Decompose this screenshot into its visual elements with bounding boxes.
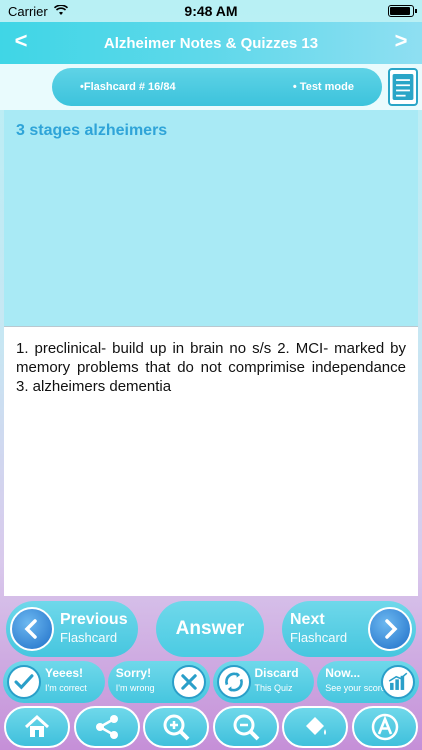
- wrong-label: Sorry!: [115, 666, 152, 680]
- flashcard-nav: Previous Flashcard Answer Next Flashcard: [0, 597, 422, 661]
- mode-label: • Test mode: [292, 81, 354, 93]
- checkmark-icon: [7, 665, 41, 699]
- discard-quiz-button[interactable]: Discard This Quiz: [212, 661, 315, 703]
- recycle-icon: [216, 665, 251, 699]
- zoom-out-button[interactable]: [212, 706, 279, 748]
- correct-button[interactable]: Yeees! I'm correct: [3, 661, 105, 703]
- nav-bar: < Alzheimer Notes & Quizzes 13 >: [0, 22, 422, 64]
- previous-label: Previous: [60, 611, 128, 628]
- zoom-in-button[interactable]: [143, 706, 210, 748]
- flashcard-counter: •Flashcard # 16/84: [80, 81, 176, 93]
- page-title: Alzheimer Notes & Quizzes 13: [103, 34, 319, 52]
- home-button[interactable]: [4, 706, 70, 748]
- home-icon: [24, 714, 50, 737]
- zoom-out-icon: [233, 714, 260, 741]
- score-label: Now...: [325, 666, 361, 680]
- answer-text: 1. preclinical- build up in brain no s/s…: [16, 340, 406, 395]
- back-button[interactable]: <: [6, 28, 36, 54]
- discard-sublabel: This Quiz: [254, 683, 293, 693]
- share-icon: [95, 715, 118, 739]
- question-panel: 3 stages alzheimers: [4, 110, 418, 326]
- status-time: 9:48 AM: [184, 3, 238, 19]
- previous-sublabel: Flashcard: [60, 630, 118, 645]
- font-button[interactable]: [351, 706, 418, 748]
- score-button[interactable]: Now... See your score: [317, 661, 419, 703]
- question-text: 3 stages alzheimers: [16, 122, 168, 139]
- previous-flashcard-button[interactable]: Previous Flashcard: [6, 601, 138, 657]
- discard-label: Discard: [254, 666, 299, 680]
- score-sublabel: See your score: [325, 683, 386, 693]
- quiz-actions: Yeees! I'm correct Sorry! I'm wrong Disc…: [0, 661, 422, 705]
- wrong-button[interactable]: Sorry! I'm wrong: [107, 661, 210, 703]
- wrong-sublabel: I'm wrong: [115, 683, 155, 693]
- battery-icon: [388, 5, 417, 17]
- flashcard-info-pill: •Flashcard # 16/84 • Test mode: [52, 68, 382, 106]
- next-label: Next: [290, 611, 325, 628]
- bottom-toolbar: [0, 705, 422, 750]
- arrow-right-icon: [368, 607, 412, 651]
- answer-button[interactable]: Answer: [156, 601, 264, 657]
- next-flashcard-button[interactable]: Next Flashcard: [282, 601, 416, 657]
- theme-button[interactable]: [282, 706, 349, 748]
- next-sublabel: Flashcard: [290, 630, 348, 645]
- arrow-left-icon: [10, 607, 54, 651]
- info-strip: •Flashcard # 16/84 • Test mode: [0, 64, 422, 110]
- notes-list-icon: [392, 74, 414, 100]
- notes-button[interactable]: [388, 68, 418, 106]
- forward-button[interactable]: >: [386, 28, 416, 54]
- font-icon: [371, 713, 399, 741]
- correct-label: Yeees!: [45, 666, 84, 680]
- answer-panel: 1. preclinical- build up in brain no s/s…: [4, 326, 418, 596]
- paint-bucket-icon: [306, 717, 327, 735]
- correct-sublabel: I'm correct: [45, 683, 87, 693]
- zoom-in-icon: [163, 714, 190, 741]
- status-bar: Carrier 9:48 AM: [0, 0, 422, 22]
- chart-icon: [381, 665, 415, 699]
- share-button[interactable]: [73, 706, 140, 748]
- x-icon: [171, 665, 206, 699]
